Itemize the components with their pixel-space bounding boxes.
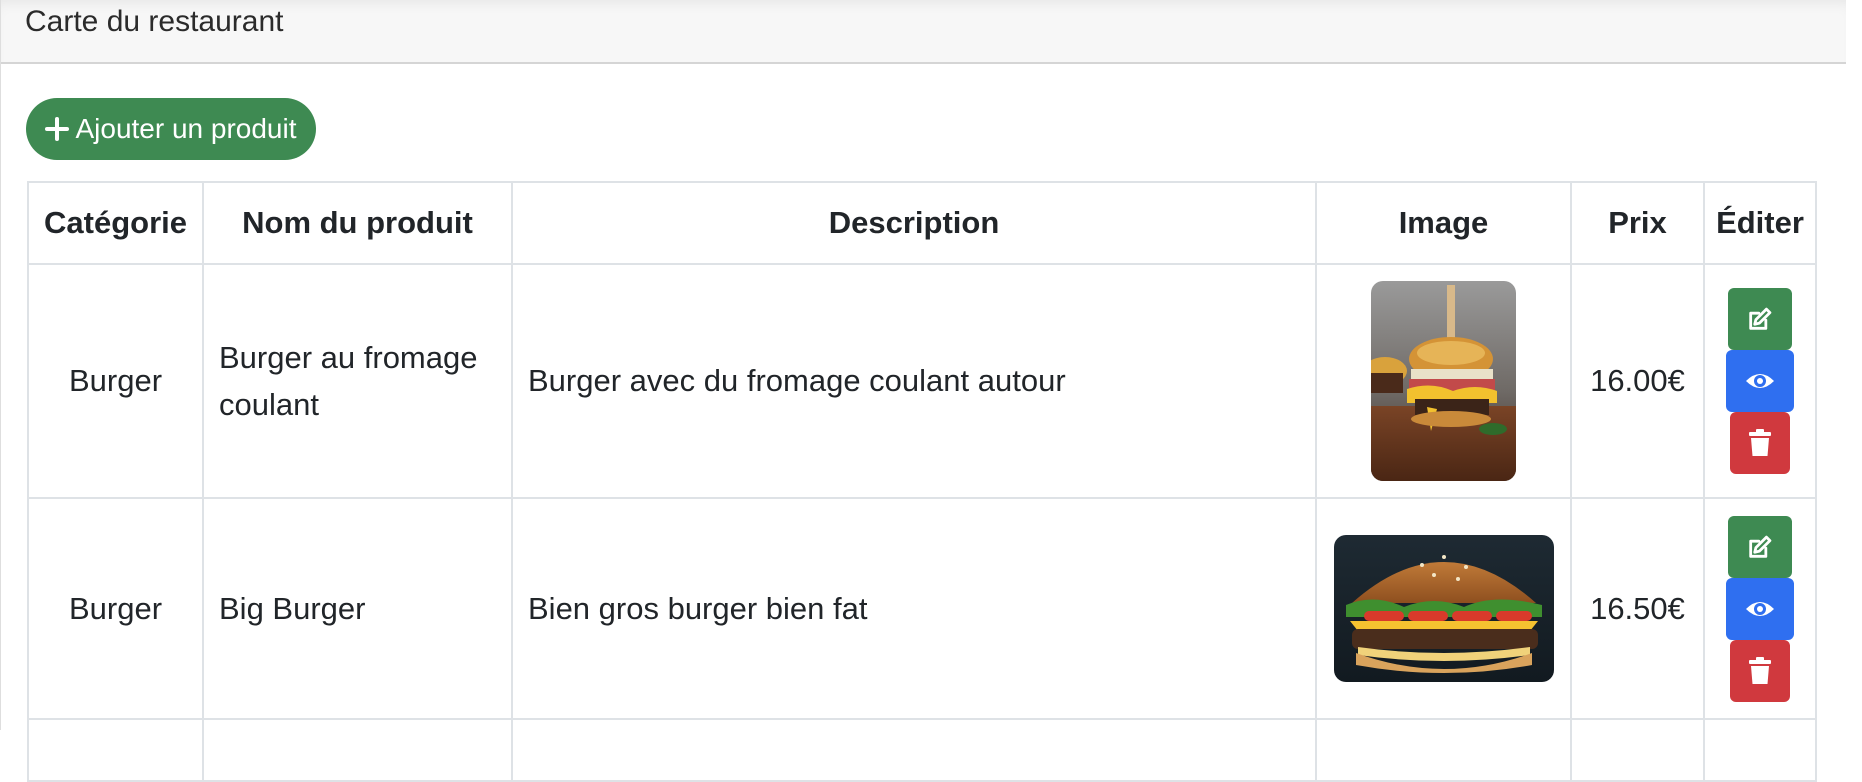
table-row: Burger Big Burger Bien gros burger bien … bbox=[27, 497, 1817, 720]
product-image bbox=[1333, 535, 1554, 682]
cell-product-name: Burger au fromage coulant bbox=[202, 263, 513, 499]
cell-empty bbox=[1570, 718, 1705, 782]
products-table: Catégorie Nom du produit Description Ima… bbox=[27, 181, 1817, 782]
cell-category: Burger bbox=[27, 263, 204, 499]
view-button[interactable] bbox=[1726, 350, 1794, 412]
column-header-name: Nom du produit bbox=[202, 181, 513, 265]
column-header-price: Prix bbox=[1570, 181, 1705, 265]
edit-button[interactable] bbox=[1728, 515, 1792, 578]
view-button[interactable] bbox=[1726, 577, 1794, 640]
cell-product-name: Big Burger bbox=[202, 497, 513, 720]
column-header-image: Image bbox=[1315, 181, 1572, 265]
cell-actions bbox=[1703, 263, 1817, 499]
eye-icon bbox=[1746, 374, 1774, 388]
product-image bbox=[1371, 281, 1516, 481]
column-header-category: Catégorie bbox=[27, 181, 204, 265]
eye-icon bbox=[1746, 601, 1774, 616]
cell-price: 16.00€ bbox=[1570, 263, 1705, 499]
delete-button[interactable] bbox=[1730, 639, 1790, 702]
cell-empty bbox=[202, 718, 513, 782]
cell-empty bbox=[27, 718, 204, 782]
cell-price: 16.50€ bbox=[1570, 497, 1705, 720]
plus-icon bbox=[45, 117, 70, 141]
card-header: Carte du restaurant bbox=[1, 0, 1847, 64]
column-header-edit: Éditer bbox=[1703, 181, 1817, 265]
edit-icon bbox=[1749, 307, 1772, 330]
edit-icon bbox=[1749, 535, 1772, 558]
trash-icon bbox=[1749, 429, 1771, 456]
scrollbar[interactable] bbox=[1846, 0, 1862, 730]
delete-button[interactable] bbox=[1730, 412, 1790, 474]
menu-card: Carte du restaurant Ajouter un produit C… bbox=[0, 0, 1847, 782]
trash-icon bbox=[1749, 656, 1771, 684]
cell-image bbox=[1315, 497, 1572, 720]
page-title: Carte du restaurant bbox=[25, 5, 284, 38]
table-row: Burger Burger au fromage coulant Burger … bbox=[27, 263, 1817, 499]
cell-description: Bien gros burger bien fat bbox=[511, 497, 1317, 720]
cell-description: Burger avec du fromage coulant autour bbox=[511, 263, 1317, 499]
cell-image bbox=[1315, 263, 1572, 499]
column-header-description: Description bbox=[511, 181, 1317, 265]
cell-empty bbox=[511, 718, 1317, 782]
cell-category: Burger bbox=[27, 497, 204, 720]
cell-empty bbox=[1315, 718, 1572, 782]
table-header-row: Catégorie Nom du produit Description Ima… bbox=[27, 181, 1817, 265]
table-row bbox=[27, 718, 1817, 782]
cell-empty bbox=[1703, 718, 1817, 782]
edit-button[interactable] bbox=[1728, 288, 1792, 350]
add-product-label: Ajouter un produit bbox=[75, 113, 297, 144]
cell-actions bbox=[1703, 497, 1817, 720]
add-product-button[interactable]: Ajouter un produit bbox=[26, 98, 316, 160]
